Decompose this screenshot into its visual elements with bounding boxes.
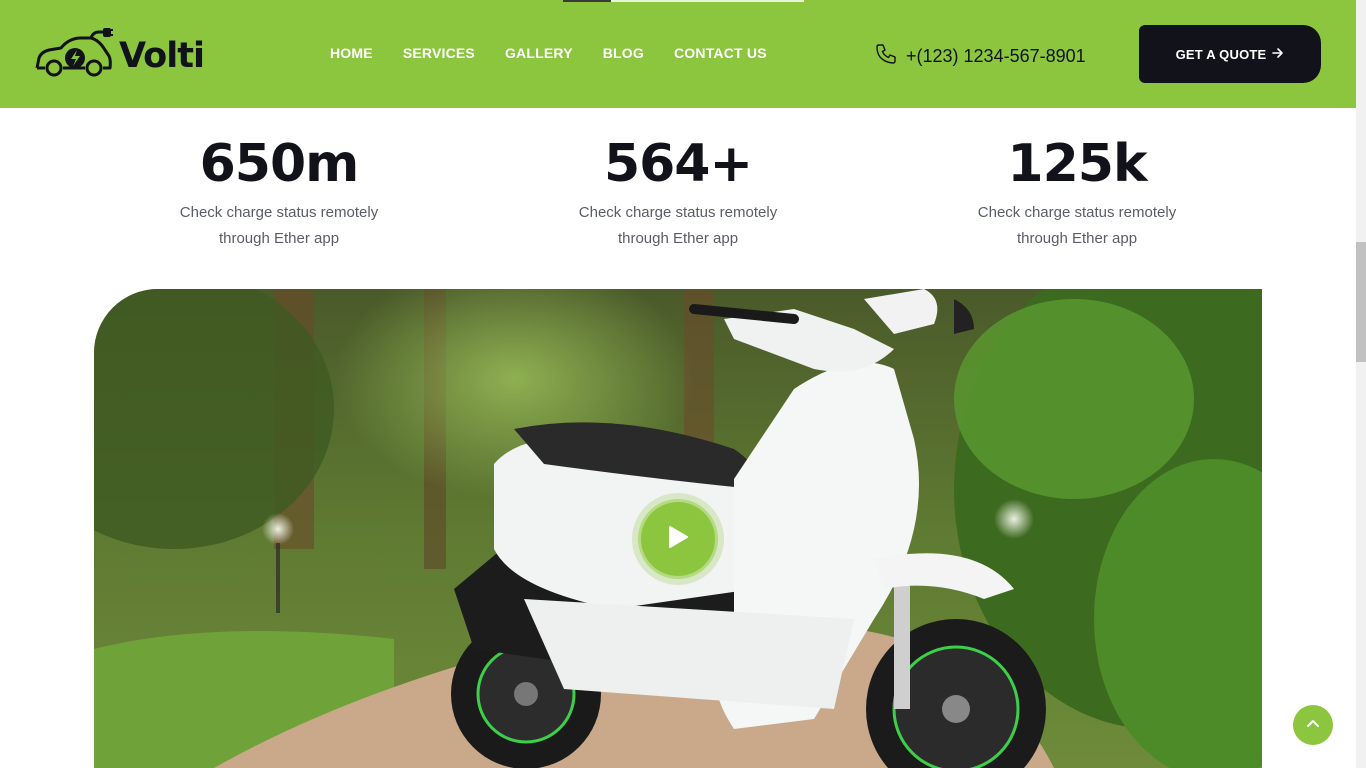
play-icon (667, 525, 689, 554)
top-indicator-track (611, 0, 804, 2)
get-a-quote-button[interactable]: GET A QUOTE (1139, 25, 1321, 83)
stat-description: Check charge status remotely through Eth… (578, 204, 778, 247)
chevron-up-icon (1305, 715, 1321, 736)
stat-description: Check charge status remotely through Eth… (977, 204, 1177, 247)
stat-value: 125k (1007, 134, 1147, 194)
site-header: Volti HOME SERVICES GALLERY BLOG CONTACT… (0, 0, 1356, 108)
stat-item: 650m Check charge status remotely throug… (129, 134, 429, 252)
main-nav: HOME SERVICES GALLERY BLOG CONTACT US (330, 45, 767, 61)
play-video-button[interactable] (638, 499, 718, 579)
phone-number: +(123) 1234-567-8901 (906, 46, 1086, 66)
nav-item-services[interactable]: SERVICES (403, 45, 475, 61)
stat-item: 125k Check charge status remotely throug… (927, 134, 1227, 252)
arrow-right-icon (1272, 47, 1284, 62)
scroll-to-top-button[interactable] (1293, 705, 1333, 745)
nav-item-contact-us[interactable]: CONTACT US (674, 45, 767, 61)
phone-icon (874, 42, 898, 71)
get-a-quote-label: GET A QUOTE (1175, 46, 1267, 62)
page-scrollbar[interactable] (1356, 0, 1366, 768)
top-indicator (563, 0, 611, 2)
stat-value: 564+ (603, 134, 753, 194)
brand-logo[interactable]: Volti (33, 28, 205, 85)
stat-value: 650m (199, 134, 360, 194)
nav-item-blog[interactable]: BLOG (603, 45, 644, 61)
brand-name: Volti (119, 36, 205, 76)
electric-car-logo-icon (33, 28, 113, 85)
stat-item: 564+ Check charge status remotely throug… (528, 134, 828, 252)
page-scrollbar-thumb[interactable] (1356, 242, 1366, 362)
nav-item-home[interactable]: HOME (330, 45, 373, 61)
stat-description: Check charge status remotely through Eth… (179, 204, 379, 247)
nav-item-gallery[interactable]: GALLERY (505, 45, 573, 61)
phone-contact[interactable]: +(123) 1234-567-8901 (874, 42, 1086, 71)
